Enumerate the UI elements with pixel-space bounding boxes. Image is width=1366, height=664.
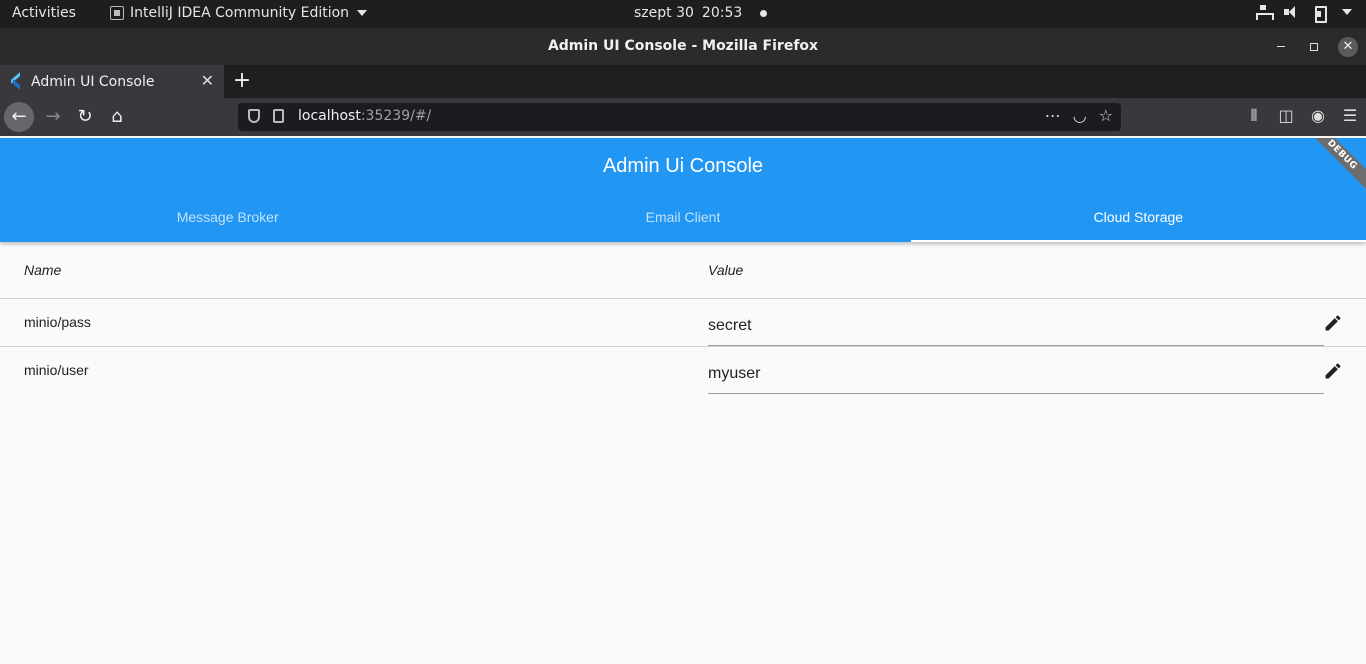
table-header: Name Value [0,242,1366,299]
activities-button[interactable]: Activities [12,5,76,21]
battery-icon [1312,5,1327,23]
menu-icon[interactable]: ☰ [1342,106,1358,126]
browser-tab-title: Admin UI Console [31,73,155,90]
tab-bar: Message Broker Email Client Cloud Storag… [0,194,1366,242]
tab-cloud-storage[interactable]: Cloud Storage [910,194,1366,242]
clock[interactable]: szept 30 20:53 [634,5,768,21]
edit-icon[interactable] [1323,361,1343,381]
browser-tab[interactable]: Admin UI Console ✕ [0,65,224,98]
volume-icon [1284,5,1298,19]
close-icon: ✕ [1338,36,1358,57]
url-host: localhost [298,108,361,124]
table-row: minio/user [0,347,1366,395]
flutter-favicon-icon [9,75,23,89]
intellij-icon [110,6,124,20]
back-icon[interactable]: ← [4,102,34,132]
account-icon[interactable]: ◉ [1310,106,1326,126]
window-title: Admin UI Console - Mozilla Firefox [547,38,819,54]
edit-icon[interactable] [1323,313,1343,333]
maximize-button[interactable] [1303,28,1325,65]
page-title: Admin Ui Console [602,155,764,177]
page-info-icon[interactable] [273,109,284,123]
value-field[interactable] [708,355,1324,394]
shield-icon[interactable] [248,109,260,123]
url-path: :35239/#/ [360,108,432,124]
tab-email-client[interactable]: Email Client [455,194,910,242]
config-table: Name Value minio/pass minio/user [0,242,1366,395]
more-icon[interactable]: ⋯ [1045,106,1061,125]
tab-message-broker[interactable]: Message Broker [0,194,455,242]
close-window-button[interactable]: ✕ [1337,28,1359,65]
browser-nav-bar: ← → ↻ ⌂ localhost:35239/#/ ⋯ ◡ ☆ ⫴ ◫ ◉ ☰ [0,98,1366,136]
close-tab-icon[interactable]: ✕ [201,71,214,90]
table-row: minio/pass [0,299,1366,347]
column-header-value: Value [708,262,744,278]
forward-icon[interactable]: → [38,102,68,132]
chevron-down-icon [1342,9,1352,15]
browser-tab-strip: Admin UI Console ✕ + [0,65,1366,98]
column-header-name: Name [24,262,62,278]
app-menu[interactable]: IntelliJ IDEA Community Edition [110,5,368,21]
window-title-bar: Admin UI Console - Mozilla Firefox ✕ [0,28,1366,65]
home-icon[interactable]: ⌂ [102,102,132,132]
sidebar-icon[interactable]: ◫ [1278,106,1294,126]
new-tab-button[interactable]: + [230,68,254,93]
time-label: 20:53 [701,5,743,21]
value-field[interactable] [708,307,1324,346]
chevron-down-icon [357,10,368,16]
library-icon[interactable]: ⫴ [1246,106,1262,126]
system-tray[interactable] [1256,5,1352,23]
minimize-button[interactable] [1270,28,1292,65]
pocket-icon[interactable]: ◡ [1073,106,1087,125]
row-name: minio/pass [24,314,91,330]
date-label: szept 30 [634,5,694,21]
app-bar: Admin Ui Console Message Broker Email Cl… [0,138,1366,242]
app-menu-label: IntelliJ IDEA Community Edition [130,5,350,21]
network-icon [1256,5,1274,20]
bookmark-star-icon[interactable]: ☆ [1099,106,1113,125]
url-bar[interactable]: localhost:35239/#/ ⋯ ◡ ☆ [238,103,1121,131]
reload-icon[interactable]: ↻ [70,102,100,132]
notification-dot-icon [760,9,768,17]
row-name: minio/user [24,362,89,378]
system-top-bar: Activities IntelliJ IDEA Community Editi… [0,0,1366,28]
url-text[interactable]: localhost:35239/#/ [298,108,431,124]
